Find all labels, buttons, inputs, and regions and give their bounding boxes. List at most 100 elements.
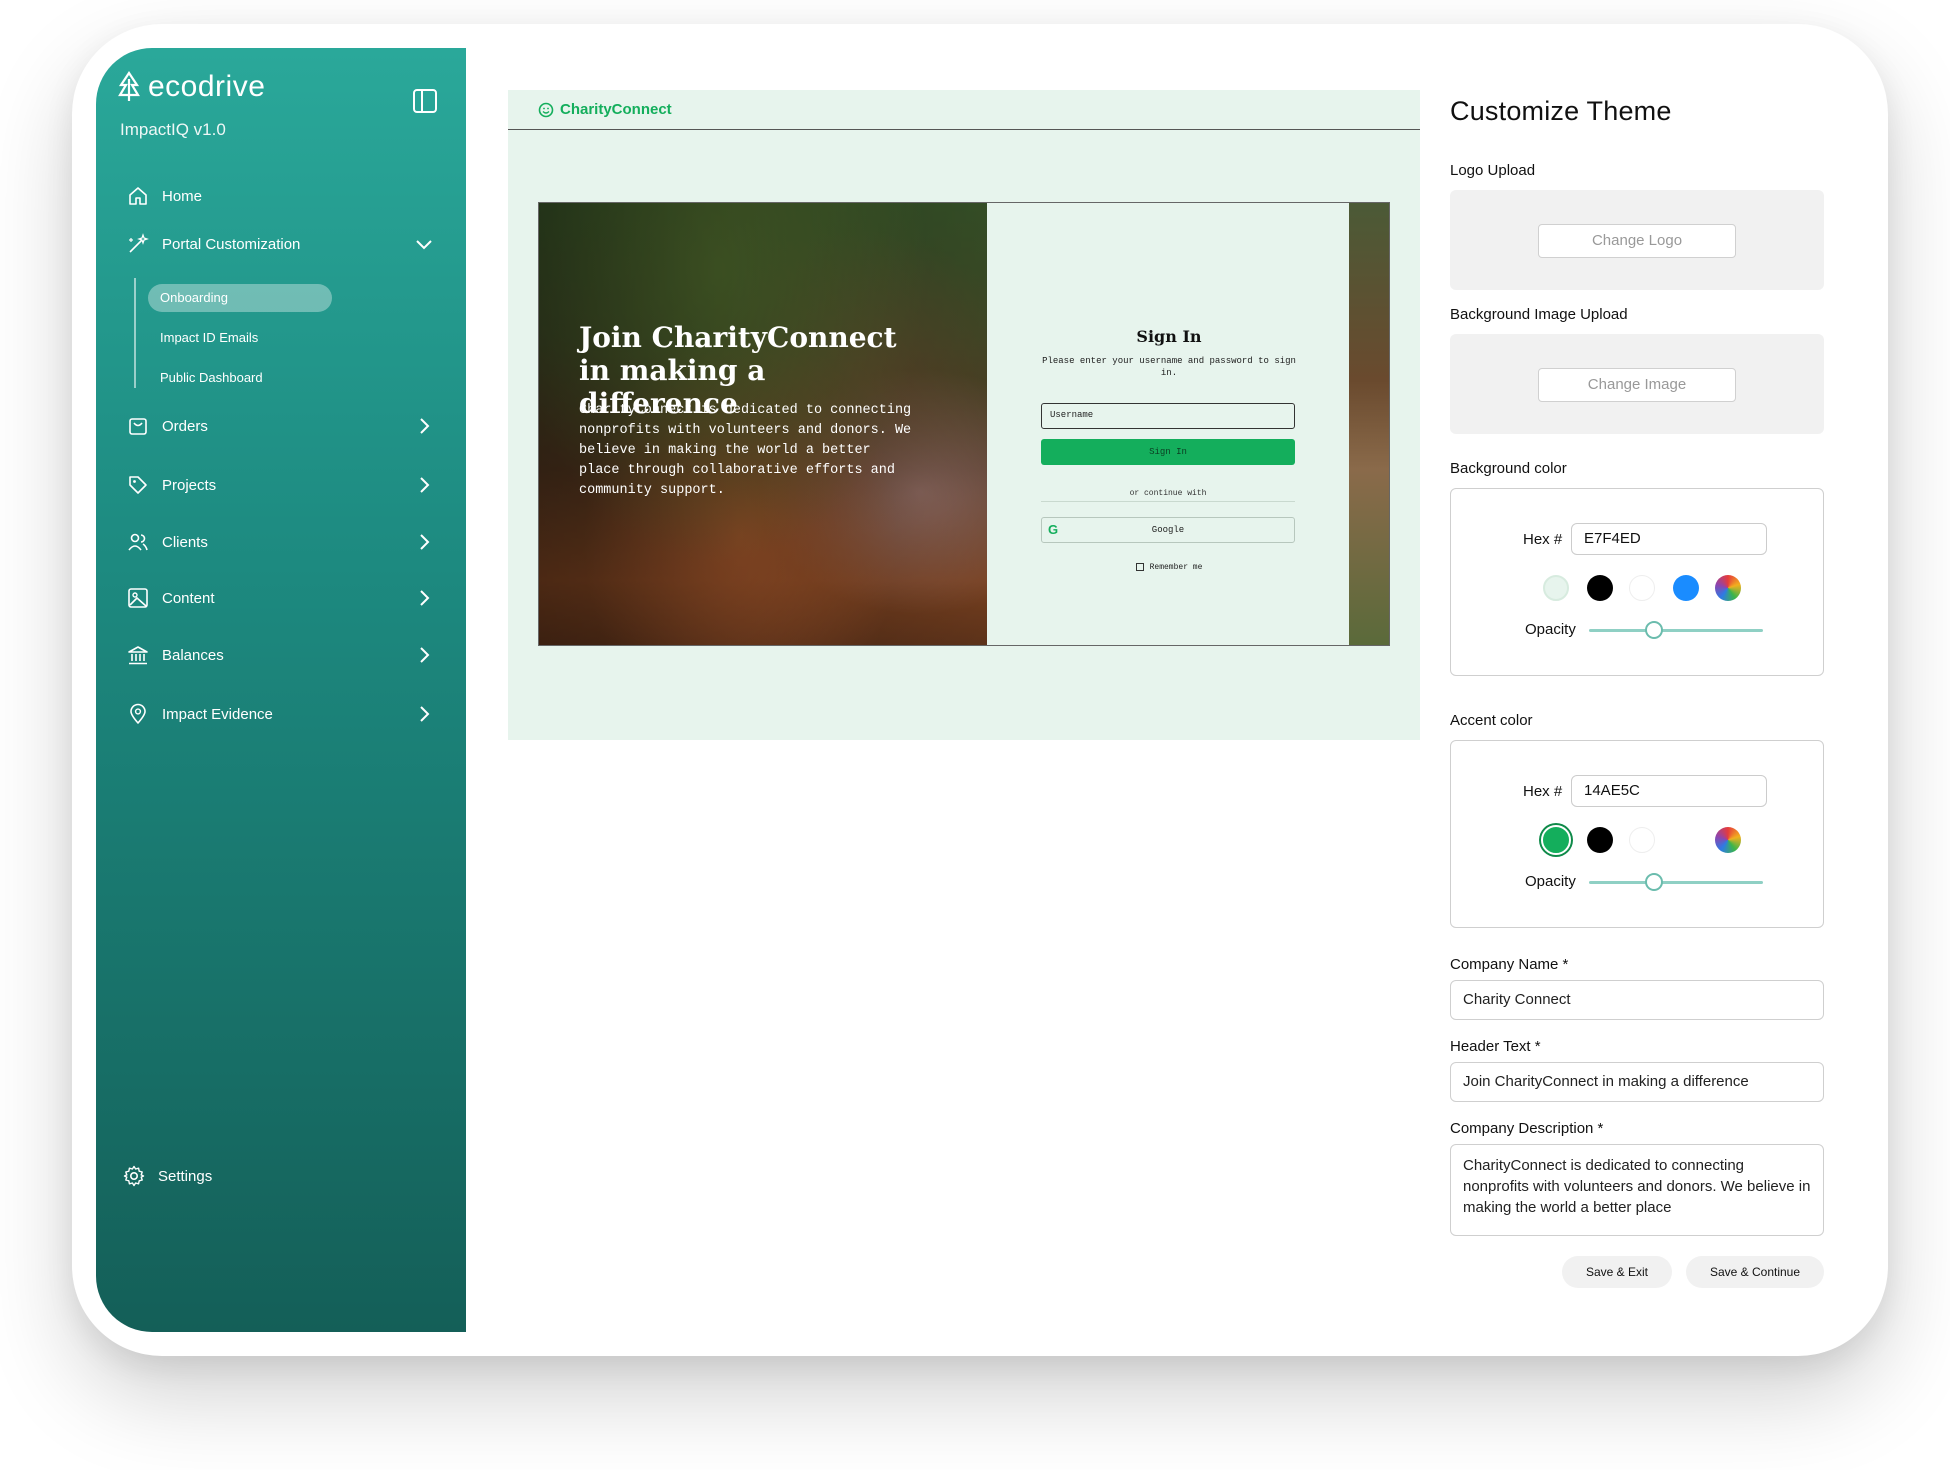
logo-upload-label: Logo Upload	[1450, 162, 1536, 179]
header-text-label: Header Text *	[1450, 1038, 1541, 1055]
bg-hex-input[interactable]: E7F4ED	[1571, 523, 1767, 555]
bg-color-label: Background color	[1450, 460, 1567, 477]
subitem-public-dashboard[interactable]: Public Dashboard	[148, 364, 275, 392]
gear-icon	[122, 1164, 146, 1188]
swatch-black[interactable]	[1587, 827, 1613, 853]
save-exit-button[interactable]: Save & Exit	[1562, 1256, 1672, 1288]
sidebar-item-projects[interactable]: Projects	[126, 467, 436, 503]
sidebar-item-label: Orders	[162, 417, 208, 435]
subitem-onboarding[interactable]: Onboarding	[148, 284, 332, 312]
customize-panel: Customize Theme Logo Upload Change Logo …	[1450, 96, 1826, 1288]
accent-opacity-slider[interactable]	[1589, 873, 1763, 891]
background-photo-edge	[1349, 203, 1389, 645]
logo-upload-area[interactable]: Change Logo	[1450, 190, 1824, 290]
bg-image-upload-label: Background Image Upload	[1450, 306, 1628, 323]
sidebar-item-label: Content	[162, 589, 215, 607]
home-icon	[126, 184, 150, 208]
preview-brand-name: CharityConnect	[560, 101, 672, 118]
company-description-label: Company Description *	[1450, 1120, 1604, 1137]
sidebar-item-balances[interactable]: Balances	[126, 637, 436, 673]
accent-color-label: Accent color	[1450, 712, 1533, 729]
sidebar-item-label: Projects	[162, 476, 217, 494]
chevron-down-icon[interactable]	[412, 232, 436, 256]
users-icon	[126, 530, 150, 554]
change-image-button[interactable]: Change Image	[1538, 368, 1736, 402]
google-label: Google	[1151, 525, 1185, 535]
sidebar-item-content[interactable]: Content	[126, 580, 436, 616]
company-name-label: Company Name *	[1450, 956, 1569, 973]
sidebar-item-clients[interactable]: Clients	[126, 524, 436, 560]
swatch-accent-green-selected[interactable]	[1541, 825, 1571, 855]
sidebar-item-label: Settings	[158, 1167, 213, 1185]
bg-opacity-slider[interactable]	[1589, 621, 1763, 639]
swatch-black[interactable]	[1587, 575, 1613, 601]
chevron-right-icon[interactable]	[412, 414, 436, 438]
preview-description: CharityConnect is dedicated to connectin…	[579, 403, 912, 498]
username-input[interactable]: Username	[1041, 403, 1295, 429]
swatch-white[interactable]	[1629, 827, 1655, 853]
app-version: ImpactIQ v1.0	[120, 120, 226, 139]
company-name-input[interactable]: Charity Connect	[1450, 980, 1824, 1020]
google-signin-button[interactable]: G Google	[1041, 517, 1295, 543]
chevron-right-icon[interactable]	[412, 473, 436, 497]
company-description-textarea[interactable]: CharityConnect is dedicated to connectin…	[1450, 1144, 1824, 1236]
signin-subtitle: Please enter your username and password …	[1042, 356, 1296, 378]
signin-title: Sign In	[1136, 327, 1202, 346]
sidebar-item-label: Portal Customization	[162, 235, 301, 253]
brand-name: ecodrive	[148, 70, 266, 103]
remember-me[interactable]: Remember me	[987, 563, 1351, 572]
sidebar-toggle-icon[interactable]	[412, 88, 438, 114]
sidebar-item-orders[interactable]: Orders	[126, 408, 436, 444]
chevron-right-icon[interactable]	[412, 586, 436, 610]
opacity-label: Opacity	[1525, 873, 1576, 890]
signin-button[interactable]: Sign In	[1041, 439, 1295, 465]
sidebar-item-settings[interactable]: Settings	[122, 1158, 432, 1194]
smiley-logo-icon	[538, 102, 554, 117]
bank-icon	[126, 643, 150, 667]
panel-title: Customize Theme	[1450, 96, 1672, 126]
sidebar: ecodrive ImpactIQ v1.0 Home Portal Custo…	[96, 48, 466, 1332]
bg-image-upload-area[interactable]: Change Image	[1450, 334, 1824, 434]
signin-preview-card: Join CharityConnect in making a differen…	[538, 202, 1390, 646]
swatch-light-green[interactable]	[1543, 575, 1569, 601]
swatch-white[interactable]	[1629, 575, 1655, 601]
chevron-right-icon[interactable]	[412, 643, 436, 667]
hex-label: Hex #	[1523, 531, 1563, 548]
sidebar-item-portal-customization[interactable]: Portal Customization	[126, 226, 436, 262]
signin-form: Sign In Please enter your username and p…	[987, 203, 1351, 645]
tag-icon	[126, 473, 150, 497]
background-photo: Join CharityConnect in making a differen…	[539, 203, 987, 645]
accent-hex-input[interactable]: 14AE5C	[1571, 775, 1767, 807]
sidebar-item-label: Impact Evidence	[162, 705, 273, 723]
location-pin-icon	[126, 702, 150, 726]
tree-logo-icon	[118, 71, 140, 101]
slider-knob[interactable]	[1645, 873, 1663, 891]
sidebar-item-home[interactable]: Home	[126, 178, 436, 214]
chevron-right-icon[interactable]	[412, 702, 436, 726]
bag-icon	[126, 414, 150, 438]
remember-checkbox[interactable]	[1135, 563, 1144, 571]
sidebar-item-label: Balances	[162, 646, 224, 664]
subitem-impact-id-emails[interactable]: Impact ID Emails	[148, 324, 270, 352]
magic-wand-icon	[126, 232, 150, 256]
color-picker-wheel-icon[interactable]	[1715, 575, 1741, 601]
image-icon	[126, 586, 150, 610]
chevron-right-icon[interactable]	[412, 530, 436, 554]
sidebar-item-label: Home	[162, 187, 203, 205]
or-text: or continue with	[1123, 489, 1213, 498]
swatch-blue[interactable]	[1673, 575, 1699, 601]
slider-knob[interactable]	[1645, 621, 1663, 639]
sidebar-item-impact-evidence[interactable]: Impact Evidence	[126, 696, 436, 732]
brand-logo[interactable]: ecodrive	[118, 70, 265, 104]
opacity-label: Opacity	[1525, 621, 1576, 638]
hex-label: Hex #	[1523, 783, 1563, 800]
change-logo-button[interactable]: Change Logo	[1538, 224, 1736, 258]
portal-preview: CharityConnect Join CharityConnect in ma…	[508, 90, 1420, 740]
google-icon: G	[1048, 522, 1059, 537]
header-text-input[interactable]: Join CharityConnect in making a differen…	[1450, 1062, 1824, 1102]
color-picker-wheel-icon[interactable]	[1715, 827, 1741, 853]
submenu-line	[134, 278, 136, 388]
bg-color-card: Hex # E7F4ED Opacity	[1450, 488, 1824, 676]
preview-header: CharityConnect	[508, 90, 1420, 130]
save-continue-button[interactable]: Save & Continue	[1686, 1256, 1824, 1288]
